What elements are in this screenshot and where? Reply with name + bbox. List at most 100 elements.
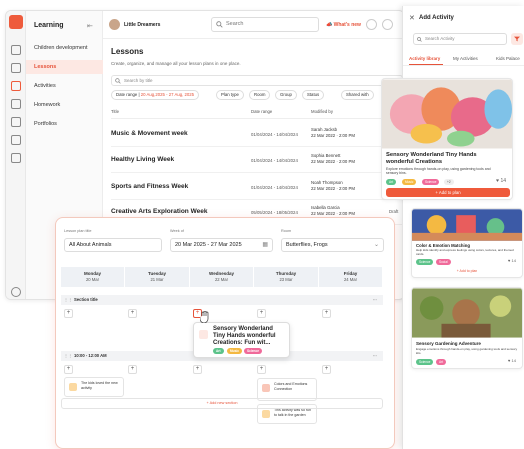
tag: Science [422, 179, 440, 185]
day-header-thursday: Thursday 23 Mar [254, 267, 319, 287]
tab-activity-library[interactable]: Activity library [409, 56, 440, 61]
search-icon [216, 21, 223, 28]
tab-kids-palace[interactable]: Kids Palace [496, 56, 520, 61]
add-activity-wednesday[interactable]: + [193, 365, 202, 374]
lesson-date: 05/05/2024 - 18/05/2024 [251, 210, 298, 215]
like-count[interactable]: ♥ 14 [508, 358, 516, 363]
add-activity-monday[interactable]: + [64, 309, 73, 318]
more-options-icon[interactable]: ⋯ [373, 351, 377, 361]
close-icon[interactable]: ✕ [409, 14, 415, 22]
activity-card[interactable]: Color & Emotion Matching Help kids ident… [411, 208, 523, 278]
date-range-filter[interactable]: Date range | 20 Aug,2025 - 27 Aug, 2025 [111, 90, 200, 100]
learning-icon[interactable] [11, 81, 21, 91]
panel-title: Add Activity [419, 15, 454, 21]
icon-rail [6, 11, 26, 299]
room-select[interactable]: Butterflies, Frogs ⌄ [281, 238, 384, 252]
add-to-plan-link[interactable]: + Add to plan [412, 269, 522, 273]
whats-new-link[interactable]: 📣 What's new [326, 22, 361, 28]
day-name: Friday [343, 271, 358, 276]
message-icon[interactable] [11, 117, 21, 127]
column-modified-by: Modified by [311, 109, 333, 114]
lesson-title: Music & Movement week [111, 130, 188, 137]
dragged-activity-card[interactable]: Sensory Wonderland Tiny Hands wonderful … [193, 322, 290, 358]
day-name: Monday [83, 271, 101, 276]
tag: Social [436, 259, 451, 265]
week-value: 20 Mar 2025 - 27 Mar 2025 [175, 242, 242, 248]
gallery-icon[interactable] [11, 153, 21, 163]
modified-by: Sarah Jacksb 22 Mar 2022 · 2:00 PM [311, 127, 355, 139]
search-icon [115, 78, 121, 84]
add-activity-friday[interactable]: + [322, 309, 331, 318]
settings-icon[interactable] [11, 287, 21, 297]
like-count[interactable]: ♥ 14 [496, 178, 506, 184]
global-search-input[interactable]: Search [211, 17, 319, 32]
shared-with-filter[interactable]: Shared with [341, 90, 374, 100]
activity-thumbnail [199, 330, 208, 339]
section-title: Section title [74, 297, 98, 302]
center-name[interactable]: Little Dreamers [124, 22, 160, 28]
chat-icon[interactable] [366, 19, 377, 30]
add-to-plan-button[interactable]: + Add to plan [386, 188, 510, 197]
lesson-title: Healthy Living Week [111, 156, 175, 163]
globe-icon[interactable] [11, 63, 21, 73]
sidebar-item-activities[interactable]: Activities [26, 79, 103, 93]
table-header: Title Date range Modified by [111, 109, 401, 119]
plan-title-input[interactable]: All About Animals [64, 238, 162, 252]
lesson-search-input[interactable]: Search by title [111, 75, 403, 86]
filter-icon [514, 36, 520, 42]
filter-button[interactable] [511, 33, 523, 45]
sidebar-item-homework[interactable]: Homework [26, 98, 103, 112]
day-name: Tuesday [148, 271, 166, 276]
activity-description: Explore emotions through hands-on play, … [386, 167, 491, 176]
day-name: Thursday [275, 271, 297, 276]
activity-title: Sensory Wonderland Tiny Hands wonderful … [386, 152, 477, 165]
activity-thumbnail [69, 383, 77, 391]
sidebar-item-portfolios[interactable]: Portfolios [26, 117, 103, 131]
room-filter[interactable]: Room [249, 90, 271, 100]
day-header-wednesday: Wednesday 22 Mar [190, 267, 254, 287]
table-row[interactable]: Sports and Fitness Week 01/04/2024 - 14/… [111, 176, 403, 200]
global-search-placeholder: Search [226, 21, 244, 27]
drag-handle-icon[interactable]: ⋮⋮ [64, 351, 72, 361]
sidebar-item-children-development[interactable]: Children development [26, 41, 103, 55]
table-row[interactable]: Healthy Living Week 01/04/2024 - 14/04/2… [111, 149, 403, 173]
more-options-icon[interactable]: ⋯ [373, 295, 377, 305]
grab-cursor-icon [200, 311, 209, 323]
activity-card[interactable]: Sensory Wonderland Tiny Hands wonderful … [381, 78, 513, 200]
likes-value: 14 [511, 358, 516, 363]
like-count[interactable]: ♥ 14 [508, 258, 516, 263]
drag-handle-icon[interactable]: ⋮⋮ [64, 295, 72, 305]
folder-icon[interactable] [11, 135, 21, 145]
collapse-sidebar-icon[interactable]: ⇤ [87, 22, 93, 30]
calendar-icon[interactable] [11, 99, 21, 109]
tag: Science [416, 259, 434, 265]
add-activity-thursday[interactable]: + [257, 309, 266, 318]
plan-type-filter[interactable]: Plan type [216, 90, 244, 100]
activity-image [412, 288, 522, 338]
more-tags: +2 [444, 179, 454, 185]
status-filter[interactable]: Status [302, 90, 325, 100]
notification-bell-icon[interactable] [382, 19, 393, 30]
week-picker[interactable]: 20 Mar 2025 - 27 Mar 2025 ▦ [170, 238, 273, 252]
search-icon [417, 37, 422, 42]
activity-card[interactable]: Sensory Gardening Adventure Engage emoti… [411, 287, 523, 369]
tag: Art [386, 179, 397, 185]
add-section-button[interactable]: + Add new section [61, 398, 383, 409]
add-activity-tuesday[interactable]: + [128, 309, 137, 318]
status-badge: Draft [389, 209, 399, 214]
tab-my-activities[interactable]: My Activities [453, 56, 478, 61]
add-activity-friday[interactable]: + [322, 365, 331, 374]
section-header[interactable]: Section title ⋮⋮ ⋯ [61, 295, 383, 305]
activity-image [382, 79, 512, 149]
day-date: 21 Mar [150, 277, 164, 282]
add-activity-tuesday[interactable]: + [128, 365, 137, 374]
activity-item[interactable]: The kids loved the new activity [64, 377, 124, 397]
add-activity-thursday[interactable]: + [257, 365, 266, 374]
divider [403, 65, 524, 66]
add-activity-monday[interactable]: + [64, 365, 73, 374]
sidebar-item-lessons[interactable]: Lessons [26, 60, 103, 74]
home-icon[interactable] [11, 45, 21, 55]
table-row[interactable]: Music & Movement week 01/04/2024 - 14/04… [111, 123, 403, 147]
group-filter[interactable]: Group [275, 90, 297, 100]
activity-search-input[interactable]: Search Activity [413, 33, 507, 45]
